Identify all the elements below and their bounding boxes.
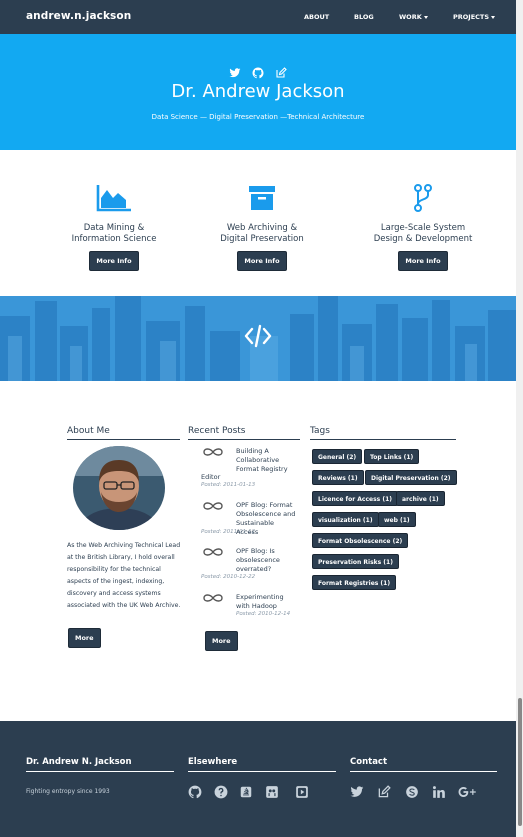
service-title-line2: Digital Preservation xyxy=(220,234,304,244)
service-title-line2: Design & Development xyxy=(373,234,473,244)
twitter-icon[interactable] xyxy=(350,784,364,798)
city-skyline-banner xyxy=(0,296,516,381)
service-system-design: Large-Scale System Design & Development M… xyxy=(355,182,491,271)
linkedin-icon[interactable] xyxy=(432,784,446,798)
tag-pill[interactable]: visualization (1) xyxy=(312,512,379,527)
infinity-icon xyxy=(203,594,223,602)
tag-pill[interactable]: Format Obsolescence (2) xyxy=(312,533,409,548)
edit-icon[interactable] xyxy=(377,784,391,798)
about-description: As the Web Archiving Technical Lead at t… xyxy=(67,542,181,609)
more-info-button[interactable]: More Info xyxy=(398,251,448,271)
tag-pill[interactable]: Top Links (1) xyxy=(364,449,420,464)
post-date: Posted: 2011-01-12 xyxy=(201,529,256,535)
code-brackets-icon xyxy=(0,324,516,352)
footer: Dr. Andrew N. Jackson Fighting entropy s… xyxy=(0,721,516,837)
github-icon[interactable] xyxy=(252,64,264,78)
about-heading: About Me xyxy=(67,426,180,440)
tag-pill[interactable]: Digital Preservation (2) xyxy=(365,470,457,485)
hero-title: Dr. Andrew Jackson xyxy=(171,81,345,102)
nav-work[interactable]: WORK xyxy=(399,13,428,21)
more-info-button[interactable]: More Info xyxy=(237,251,287,271)
area-chart-icon xyxy=(46,182,182,212)
top-navbar: andrew.n.jackson ABOUT BLOG WORK PROJECT… xyxy=(0,0,516,34)
service-data-mining: Data Mining & Information Science More In… xyxy=(46,182,182,271)
post-date: Posted: 2010-12-22 xyxy=(201,574,256,580)
brand-logo[interactable]: andrew.n.jackson xyxy=(26,10,131,22)
tags-heading: Tags xyxy=(310,426,456,440)
hero-social-icons xyxy=(0,59,516,78)
infinity-icon xyxy=(203,448,223,456)
service-web-archiving: Web Archiving & Digital Preservation More… xyxy=(194,182,330,271)
footer-elsewhere-heading: Elsewhere xyxy=(188,757,336,772)
stackoverflow-question-icon[interactable] xyxy=(214,784,228,799)
hero-banner: Dr. Andrew Jackson Data Science — Digita… xyxy=(0,34,516,150)
github-icon[interactable] xyxy=(188,784,202,799)
service-title-line2: Information Science xyxy=(71,234,157,244)
avatar xyxy=(73,446,165,530)
about-more-button[interactable]: More xyxy=(68,628,101,648)
code-fork-icon xyxy=(355,182,491,212)
nav-work-label: WORK xyxy=(399,13,422,21)
service-title-line1: Web Archiving & xyxy=(226,223,298,233)
nav-projects[interactable]: PROJECTS xyxy=(453,13,496,21)
tag-pill[interactable]: Preservation Risks (1) xyxy=(312,554,399,569)
footer-contact-heading: Contact xyxy=(350,757,497,772)
slideshare-icon[interactable] xyxy=(265,784,279,798)
infinity-icon xyxy=(203,548,223,556)
tag-pill[interactable]: Format Registries (1) xyxy=(312,575,397,590)
nav-projects-label: PROJECTS xyxy=(453,13,490,21)
posts-more-button[interactable]: More xyxy=(205,631,238,651)
page-scrollbar-thumb[interactable] xyxy=(518,698,522,826)
archive-box-icon xyxy=(194,182,330,212)
nav-blog[interactable]: BLOG xyxy=(354,13,374,21)
footer-name-heading: Dr. Andrew N. Jackson xyxy=(26,757,174,772)
tag-pill[interactable]: Reviews (1) xyxy=(312,470,364,485)
service-title-line1: Large-Scale System xyxy=(380,223,466,233)
chevron-down-icon xyxy=(491,15,496,19)
edit-icon[interactable] xyxy=(275,64,287,78)
skype-icon[interactable] xyxy=(405,784,419,798)
youtube-play-icon[interactable] xyxy=(295,784,309,798)
google-plus-icon[interactable] xyxy=(458,784,476,798)
hero-subtitle: Data Science — Digital Preservation —Tec… xyxy=(151,113,365,121)
tag-pill[interactable]: Licence for Access (1) xyxy=(312,491,398,506)
post-date: Posted: 2011-01-13 xyxy=(201,482,256,488)
infinity-icon xyxy=(203,502,223,510)
twitter-icon[interactable] xyxy=(229,64,241,77)
tag-pill[interactable]: archive (1) xyxy=(396,491,445,506)
service-title-line1: Data Mining & xyxy=(83,223,145,233)
tag-pill[interactable]: web (1) xyxy=(378,512,416,527)
more-info-button[interactable]: More Info xyxy=(89,251,139,271)
post-title-overflow[interactable]: Editor xyxy=(201,473,220,481)
post-title-link[interactable]: OPF Blog: Is obsolescence overrated? xyxy=(236,547,298,574)
stackexchange-icon[interactable] xyxy=(239,784,253,798)
recent-posts-heading: Recent Posts xyxy=(188,426,300,440)
footer-tagline: Fighting entropy since 1993 xyxy=(26,788,110,795)
post-title-link[interactable]: Experimenting with Hadoop xyxy=(236,593,298,611)
tag-pill[interactable]: General (2) xyxy=(312,449,363,464)
post-title-link[interactable]: Building A Collaborative Format Registry xyxy=(236,447,298,474)
post-date: Posted: 2010-12-14 xyxy=(236,611,291,617)
chevron-down-icon xyxy=(423,15,428,19)
nav-about[interactable]: ABOUT xyxy=(304,13,329,21)
